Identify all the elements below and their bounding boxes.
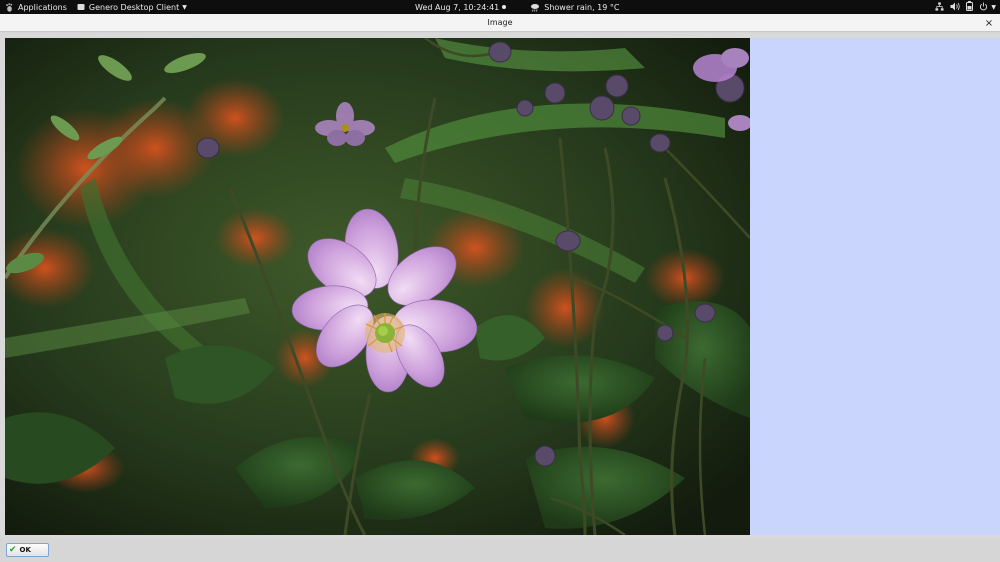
- applications-menu[interactable]: Applications: [0, 0, 72, 14]
- weather-label: Shower rain, 19 °C: [544, 2, 620, 12]
- system-top-bar: Applications Genero Desktop Client ▼ Wed…: [0, 0, 1000, 14]
- gnome-foot-icon: [5, 2, 14, 12]
- window-title-bar: Image ×: [0, 14, 1000, 32]
- app-menu-label: Genero Desktop Client: [88, 2, 180, 12]
- close-icon: ×: [984, 17, 994, 29]
- close-button[interactable]: ×: [983, 17, 995, 29]
- clock-menu[interactable]: Wed Aug 7, 10:24:41: [410, 0, 511, 14]
- applications-label: Applications: [18, 2, 67, 12]
- volume-icon[interactable]: [950, 2, 961, 13]
- ok-button[interactable]: ✔ OK: [6, 543, 49, 557]
- power-icon: [979, 1, 988, 13]
- chevron-down-icon: ▼: [991, 3, 996, 11]
- flower-photo: [5, 38, 750, 535]
- image-widget: [5, 38, 1000, 535]
- chevron-down-icon: ▼: [182, 3, 187, 11]
- ok-label: OK: [19, 546, 31, 554]
- checkmark-icon: ✔: [9, 545, 17, 555]
- weather-indicator[interactable]: Shower rain, 19 °C: [525, 0, 624, 14]
- network-icon[interactable]: [935, 1, 944, 13]
- notification-dot-icon: [502, 5, 507, 9]
- window-content: [0, 33, 1000, 538]
- clock-label: Wed Aug 7, 10:24:41: [415, 2, 500, 12]
- power-menu[interactable]: ▼: [979, 1, 996, 13]
- app-menu[interactable]: Genero Desktop Client ▼: [72, 0, 192, 14]
- window-app-icon: [77, 3, 85, 11]
- weather-icon: [530, 3, 540, 12]
- window-title: Image: [487, 18, 513, 27]
- battery-icon[interactable]: [966, 1, 974, 13]
- dialog-footer: ✔ OK: [0, 538, 1000, 562]
